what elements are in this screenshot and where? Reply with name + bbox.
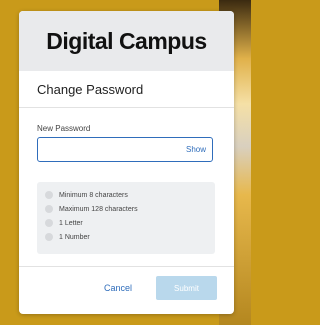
new-password-input[interactable]: Show [37, 137, 213, 162]
show-password-toggle[interactable]: Show [186, 145, 206, 154]
requirement-item: 1 Letter [45, 217, 83, 229]
submit-button[interactable]: Submit [156, 276, 217, 300]
brand-header: Digital Campus [19, 11, 234, 71]
dialog-header: Change Password [19, 71, 234, 108]
requirement-item: Minimum 8 characters [45, 189, 128, 201]
brand-logo-text: Digital Campus [46, 27, 207, 54]
requirement-status-icon [45, 205, 53, 213]
footer-divider [19, 266, 234, 267]
change-password-dialog: Digital Campus Change Password New Passw… [19, 11, 234, 314]
requirement-status-icon [45, 219, 53, 227]
cancel-button[interactable]: Cancel [104, 283, 132, 293]
dialog-title: Change Password [37, 81, 144, 97]
requirement-item: Maximum 128 characters [45, 203, 138, 215]
password-requirements: Minimum 8 characters Maximum 128 charact… [37, 182, 215, 254]
new-password-label: New Password [37, 124, 91, 133]
requirement-status-icon [45, 191, 53, 199]
requirement-item: 1 Number [45, 231, 90, 243]
requirement-status-icon [45, 233, 53, 241]
requirement-label: Minimum 8 characters [59, 191, 128, 199]
requirement-label: 1 Letter [59, 219, 83, 227]
requirement-label: Maximum 128 characters [59, 205, 138, 213]
requirement-label: 1 Number [59, 233, 90, 241]
